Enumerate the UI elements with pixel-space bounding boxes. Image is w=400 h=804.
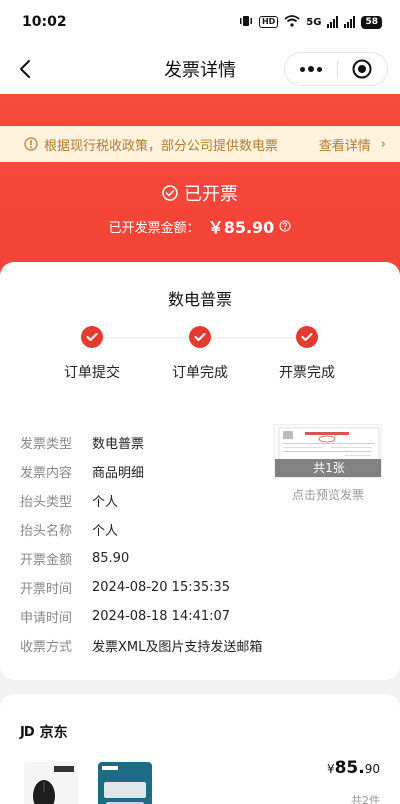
field-key: 发票类型 [20,437,73,452]
nav-bar: 发票详情 [0,44,400,94]
mini-program-capsule [284,52,388,86]
field-key: 抬头名称 [20,524,73,539]
invoice-type-title: 数电普票 [167,290,232,309]
shop-header[interactable]: JD 京东 [20,722,68,742]
status-label: 已开票 [184,184,238,205]
target-circle-icon [352,59,372,79]
shop-name: 京东 [39,725,68,741]
amount-label: 已开发票金额： [108,220,200,236]
field-value: 商品明细 [92,466,145,481]
field-key: 申请时间 [20,611,73,626]
field-invoice-amount: 开票金额 85.90 [20,544,280,573]
field-value: 数电普票 [92,437,145,452]
invoice-thumbnail[interactable]: 共1张 [274,424,382,478]
step-label: 开票完成 [279,365,335,381]
hd-icon: HD [258,16,279,28]
chevron-left-icon [20,60,30,78]
keyboard-product-image [98,762,152,804]
field-key: 收票方式 [20,640,73,655]
notice-detail-label: 查看详情 [318,138,371,154]
help-icon[interactable] [279,220,291,232]
field-value: 个人 [92,524,119,539]
price-integer: 85. [334,758,365,778]
more-button[interactable] [285,53,337,85]
check-circle-icon [162,185,178,201]
info-icon [24,137,38,151]
field-key: 抬头类型 [20,495,73,510]
more-dots-icon [299,66,305,72]
invoice-fields: 发票类型 数电普票 发票内容 商品明细 抬头类型 个人 抬头名称 个人 开票金额 85.9… [20,428,280,660]
field-key: 发票内容 [20,466,73,481]
invoice-status: 已开票 [0,180,400,206]
field-delivery-method: 收票方式 发票XML及图片支持发送邮箱 [20,631,280,660]
close-button[interactable] [337,53,387,85]
field-value: 2024-08-18 14:41:07 [92,609,231,624]
field-value: 个人 [92,495,119,510]
order-quantity: 共2件 [351,794,380,804]
invoice-amount-row: 已开发票金额： ￥85.90 [0,214,400,238]
step-order-submitted: 订单提交 [42,326,142,382]
battery-icon: 58 [361,15,382,29]
field-apply-time: 申请时间 2024-08-18 14:41:07 [20,602,280,631]
signal-bars-icon [327,16,339,28]
price-decimal: 90 [364,762,380,776]
wifi-icon [284,14,300,30]
field-key: 开票时间 [20,582,73,597]
tax-notice-banner: 根据现行税收政策，部分公司提供数电票 查看详情 › [0,126,400,162]
field-invoice-type: 发票类型 数电普票 [20,428,280,457]
price-symbol: ¥ [326,762,335,776]
status-time: 10:02 [22,14,67,30]
back-button[interactable] [12,56,38,82]
chevron-right-icon: › [380,136,386,152]
step-check-icon [81,326,103,348]
step-check-icon [189,326,211,348]
field-header-name: 抬头名称 个人 [20,515,280,544]
status-bar: 10:02 HD 5G 58 [0,0,400,44]
jd-logo-icon: JD [20,724,35,740]
product-thumbnail-keyboard[interactable] [98,762,152,804]
field-value: 发票XML及图片支持发送邮箱 [92,640,263,655]
product-thumbnail-mouse[interactable] [24,762,78,804]
step-order-completed: 订单完成 [150,326,250,382]
signal-bars-2-icon [344,16,356,28]
page-title: 发票详情 [164,60,236,81]
field-header-type: 抬头类型 个人 [20,486,280,515]
notice-text: 根据现行税收政策，部分公司提供数电票 [44,138,279,154]
step-check-icon [296,326,318,348]
order-price: ¥85.90 [327,758,380,778]
preview-hint[interactable]: 点击预览发票 [274,486,382,503]
field-invoice-time: 开票时间 2024-08-20 15:35:35 [20,573,280,602]
notice-detail-link[interactable]: 查看详情 › [319,135,386,154]
vibrate-icon [239,15,253,30]
invoice-preview[interactable]: 共1张 点击预览发票 [274,424,382,503]
status-icons: HD 5G 58 [239,14,382,30]
preview-count: 共1张 [275,459,381,477]
step-invoice-completed: 开票完成 [257,326,357,382]
field-key: 开票金额 [20,553,73,568]
battery-level: 58 [365,16,378,27]
step-label: 订单完成 [172,365,228,381]
field-value: 2024-08-20 15:35:35 [92,580,231,595]
network-label: 5G [306,16,322,28]
step-label: 订单提交 [64,365,120,381]
mouse-product-image [24,762,78,804]
field-invoice-content: 发票内容 商品明细 [20,457,280,486]
amount-value: ￥85.90 [207,218,275,237]
field-value: 85.90 [92,551,130,566]
